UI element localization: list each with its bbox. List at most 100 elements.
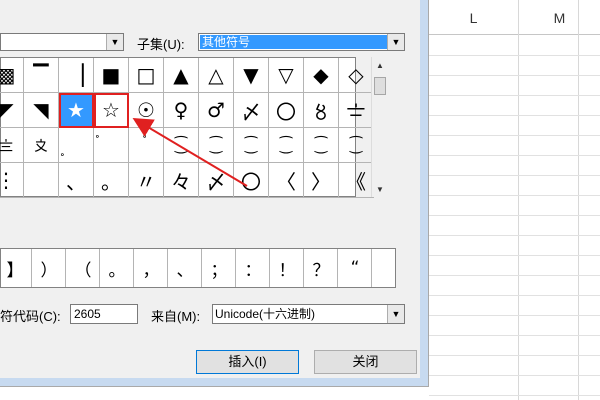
symbol-cell[interactable]: 〆 [199, 163, 234, 198]
scroll-up-icon[interactable]: ▲ [372, 57, 388, 73]
symbol-cell[interactable]: △ [199, 58, 234, 93]
row-gridline [429, 235, 600, 236]
symbol-cell[interactable]: 〧 [339, 93, 374, 128]
symbol-cell[interactable]: ⁐ [304, 128, 339, 163]
char-code-label: 符代码(C): [0, 309, 61, 324]
symbol-cell[interactable]: 〇 [269, 93, 304, 128]
row-gridline [429, 395, 600, 396]
recent-symbol[interactable]: ！ [271, 249, 304, 287]
symbol-grid-scrollbar[interactable]: ▲ ▼ [371, 57, 388, 197]
row-gridline [429, 215, 600, 216]
symbol-cell[interactable]: 〫 [94, 128, 129, 163]
symbol-cell[interactable]: ▕ [59, 58, 94, 93]
symbol-cell[interactable]: ▼ [234, 58, 269, 93]
symbol-dialog: ▼ 子集(U): 其他符号 ▼ ▩▔▕■□▲△▼▽◆◇◤◥★☆☉♀♂〆〇〥〧〨〩… [0, 0, 429, 387]
symbol-cell[interactable]: ◤ [0, 93, 24, 128]
recent-symbol[interactable]: ） [33, 249, 66, 287]
row-gridline [429, 355, 600, 356]
symbol-cell[interactable]: ▔ [24, 58, 59, 93]
symbol-cell[interactable]: 、 [59, 163, 94, 198]
row-gridline [429, 315, 600, 316]
row-gridline [429, 55, 600, 56]
symbol-cell[interactable]: ★ [59, 93, 94, 128]
from-combobox-value: Unicode(十六进制) [215, 307, 316, 321]
symbol-cell[interactable]: 々 [164, 163, 199, 198]
chevron-down-icon[interactable]: ▼ [387, 305, 404, 323]
scroll-thumb[interactable] [374, 77, 386, 95]
symbol-cell[interactable]: 〬 [129, 128, 164, 163]
symbol-cell[interactable]: ☆ [94, 93, 129, 128]
symbol-cell[interactable]: ◆ [304, 58, 339, 93]
symbol-cell[interactable]: ⁐ [199, 128, 234, 163]
recent-symbol[interactable]: 、 [169, 249, 202, 287]
from-label: 来自(M): [151, 309, 201, 324]
column-header-m[interactable]: M [519, 0, 600, 34]
symbol-cell[interactable]: ◥ [24, 93, 59, 128]
recent-symbol[interactable]: ？ [305, 249, 338, 287]
column-divider [578, 0, 579, 400]
row-gridline [429, 155, 600, 156]
symbol-cell[interactable]: ▽ [269, 58, 304, 93]
symbol-cell[interactable]: 。 [94, 163, 129, 198]
recent-symbol[interactable]: ： [237, 249, 270, 287]
symbol-cell[interactable]: ⁐ [339, 128, 374, 163]
symbol-cell[interactable]: 〩 [24, 128, 59, 163]
symbol-cell[interactable]: 〃 [129, 163, 164, 198]
symbol-cell[interactable]: ♂ [199, 93, 234, 128]
row-gridline [429, 115, 600, 116]
symbol-cell[interactable]: ☉ [129, 93, 164, 128]
row-gridline [429, 195, 600, 196]
recent-symbol[interactable]: 。 [101, 249, 134, 287]
symbol-cell[interactable]: 〉 [304, 163, 339, 198]
symbol-grid[interactable]: ▩▔▕■□▲△▼▽◆◇◤◥★☆☉♀♂〆〇〥〧〨〩〪〫〬⁐⁐⁐⁐⁐⁐⋮、。〃々〆〇… [0, 57, 374, 198]
insert-button[interactable]: 插入(I) [196, 350, 299, 374]
close-button[interactable]: 关闭 [314, 350, 417, 374]
recent-symbol[interactable]: ； [203, 249, 236, 287]
row-gridline [429, 95, 600, 96]
symbol-cell[interactable]: ⁐ [164, 128, 199, 163]
recent-symbol[interactable]: 】 [0, 249, 32, 287]
subset-combobox[interactable]: 其他符号 ▼ [198, 33, 405, 51]
font-combobox[interactable]: ▼ [0, 33, 124, 51]
symbol-cell[interactable]: ⁐ [234, 128, 269, 163]
recent-symbol[interactable]: （ [67, 249, 100, 287]
row-gridline [429, 135, 600, 136]
symbol-cell[interactable]: ◇ [339, 58, 374, 93]
symbol-cell[interactable]: 〇 [234, 163, 269, 198]
column-header-row: L M [429, 0, 600, 35]
recent-symbol[interactable]: “ [339, 249, 372, 287]
recent-symbols[interactable]: 】）（。，、；：！？ “ [0, 248, 396, 288]
char-code-input[interactable]: 2605 [70, 304, 138, 324]
row-gridline [429, 295, 600, 296]
row-gridline [429, 335, 600, 336]
symbol-cell[interactable]: 《 [339, 163, 374, 198]
row-gridline [429, 175, 600, 176]
symbol-cell[interactable]: ▩ [0, 58, 24, 93]
row-gridline [429, 275, 600, 276]
symbol-cell[interactable]: ▲ [164, 58, 199, 93]
symbol-cell[interactable]: 〥 [304, 93, 339, 128]
from-combobox[interactable]: Unicode(十六进制) ▼ [212, 304, 405, 324]
window-frame [0, 378, 428, 386]
symbol-cell[interactable]: ⁐ [269, 128, 304, 163]
row-gridline [429, 255, 600, 256]
symbol-cell[interactable]: ♀ [164, 93, 199, 128]
chevron-down-icon[interactable]: ▼ [106, 34, 123, 50]
symbol-cell[interactable]: 〆 [234, 93, 269, 128]
column-divider [518, 0, 519, 400]
symbol-cell[interactable]: 〪 [59, 128, 94, 163]
chevron-down-icon[interactable]: ▼ [387, 34, 404, 50]
symbol-cell[interactable] [24, 163, 59, 198]
symbol-cell[interactable]: ⋮ [0, 163, 24, 198]
column-header-l[interactable]: L [429, 0, 518, 34]
window-frame [420, 0, 428, 386]
symbol-cell[interactable]: □ [129, 58, 164, 93]
recent-symbol[interactable]: ， [135, 249, 168, 287]
scroll-down-icon[interactable]: ▼ [372, 181, 388, 197]
symbol-cell[interactable]: 〈 [269, 163, 304, 198]
subset-label: 子集(U): [137, 37, 185, 52]
symbol-cell[interactable]: 〨 [0, 128, 24, 163]
row-gridline [429, 75, 600, 76]
symbol-cell[interactable]: ■ [94, 58, 129, 93]
row-gridline [429, 375, 600, 376]
